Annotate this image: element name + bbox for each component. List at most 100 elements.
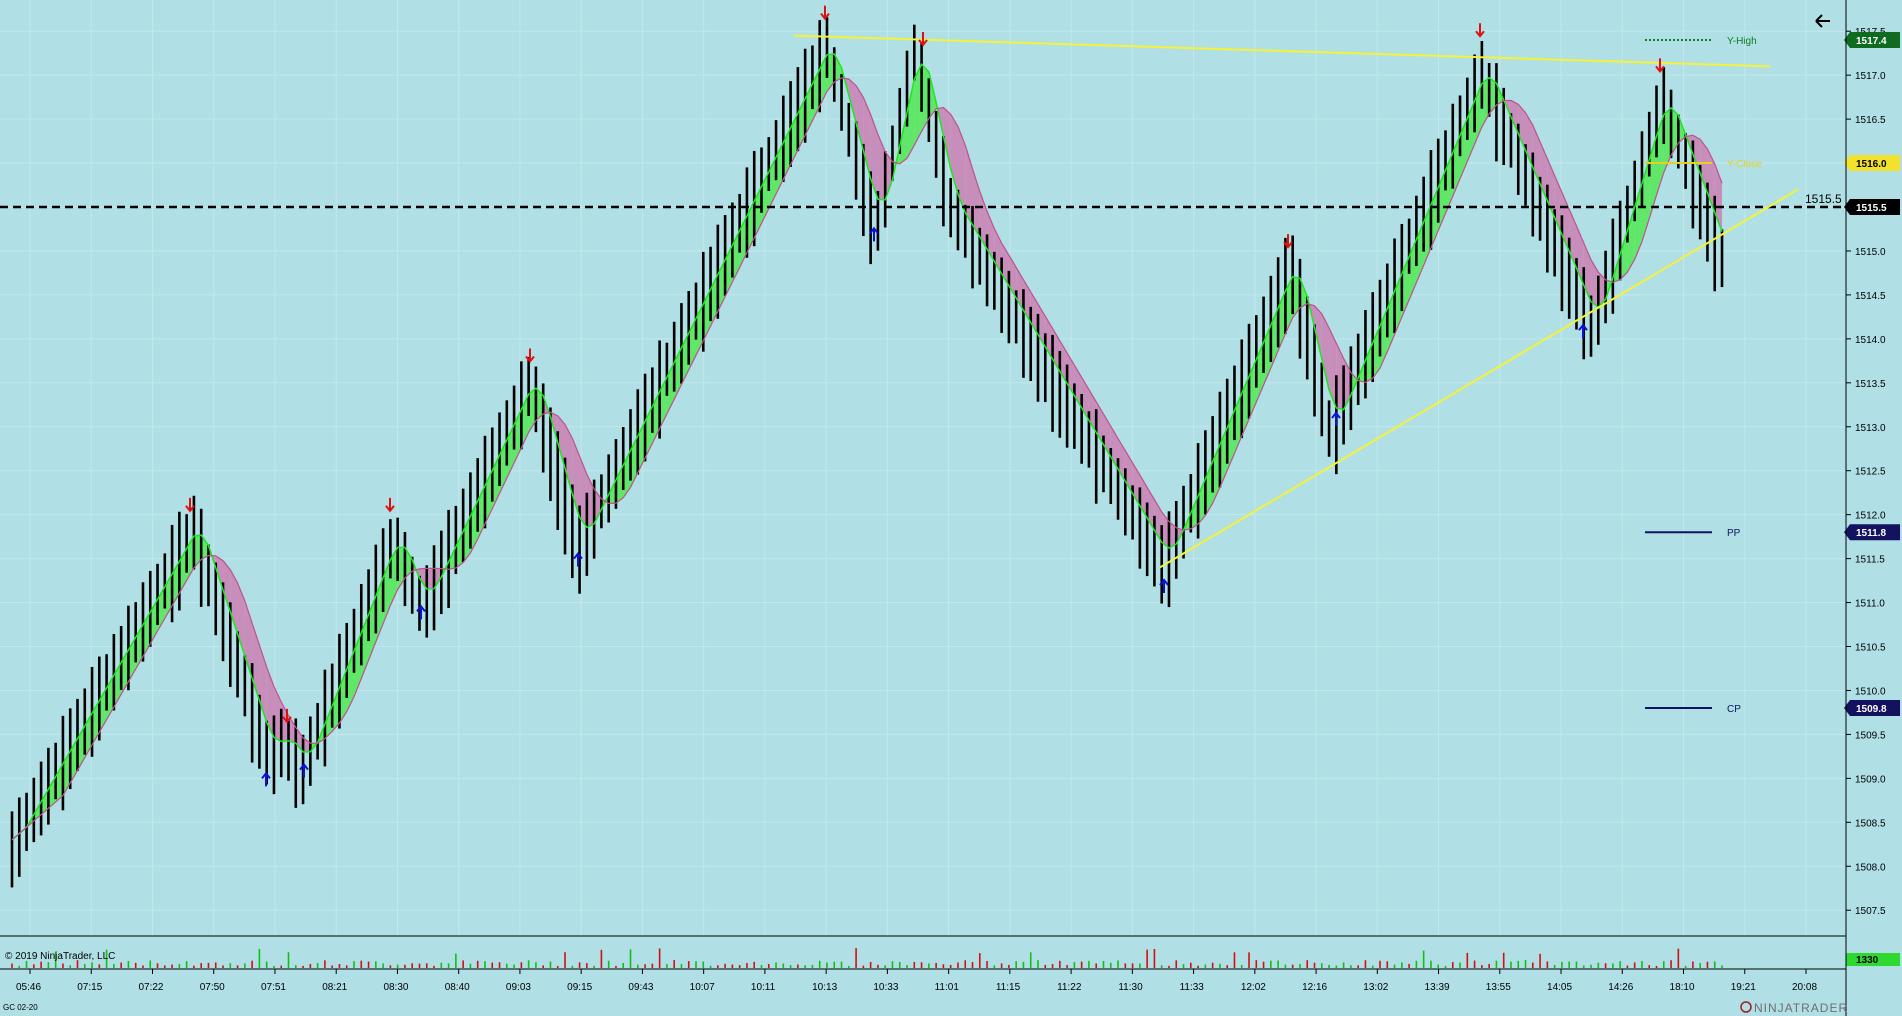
level-label-cp: CP [1727,704,1741,715]
volume-bar [753,961,756,968]
price-bar [454,505,458,575]
volume-bar [207,962,210,968]
x-tick-label: 14:05 [1547,982,1572,993]
price-bar [1400,224,1404,312]
volume-bar [1197,965,1199,968]
volume-bar [1044,964,1047,968]
price-bar [1436,138,1440,223]
volume-bar [549,961,552,968]
volume-bar [280,965,283,968]
y-tick-label: 1510.0 [1855,686,1886,697]
volume-bar [964,960,967,968]
price-bar [1262,296,1265,373]
price-bar [869,171,872,265]
price-bar [1444,130,1447,191]
volume-bar [345,965,348,968]
volume-bar [33,964,35,968]
price-bar [956,189,960,251]
current-price-label: 1515.5 [1805,192,1842,206]
price-bar [1596,275,1600,345]
volume-bar [571,965,574,968]
volume-bar [1175,960,1178,968]
price-bar [10,811,14,888]
volume-bar [1444,965,1447,968]
price-bar [1029,306,1033,381]
x-tick-label: 10:07 [690,982,715,993]
volume-bar [1437,964,1440,968]
volume-bar [302,965,304,968]
volume-bar [113,963,115,968]
price-bar [112,634,116,711]
volume-bar [134,962,137,968]
volume-bar [1481,965,1483,968]
volume-bar [804,965,806,968]
volume-bar [1277,960,1279,968]
price-bar [1305,296,1309,380]
price-bar [1589,295,1593,357]
volume-bar [1364,960,1367,968]
price-bar [1618,200,1622,281]
x-tick-label: 13:02 [1363,982,1388,993]
volume-bar [702,961,705,968]
price-bar [1342,365,1345,445]
price-bar [614,439,618,509]
price-bar [374,544,378,634]
volume-bar [1524,960,1527,968]
volume-bar [367,961,370,968]
volume-bar [156,963,159,968]
volume-bar [236,965,239,968]
y-tick-label: 1514.0 [1855,335,1886,346]
volume-bar [1080,961,1083,968]
volume-bar [491,962,494,968]
volume-bar [578,962,581,968]
volume-bar [1306,960,1309,968]
price-bar [381,528,385,612]
price-bar [942,136,945,227]
volume-bar [1015,961,1017,968]
volume-bar [906,965,908,968]
volume-bar [1510,961,1512,968]
price-bar [1007,270,1011,344]
volume-bar [1204,964,1207,968]
x-tick-label: 11:30 [1118,982,1143,993]
price-bar [1640,131,1644,208]
volume-bar [83,964,86,968]
price-bar [236,631,239,698]
volume-bar [928,963,930,968]
volume-bar [1590,964,1592,968]
price-bar [410,556,414,614]
price-bar [607,454,610,523]
volume-bar [1459,962,1461,968]
volume-bar [978,953,981,968]
price-bar [199,508,203,607]
volume-bar [1299,964,1301,968]
volume-bar [658,948,661,968]
price-tag-text: 1509.8 [1856,704,1887,715]
volume-bar [869,962,872,968]
volume-bar [1641,961,1643,968]
price-bar [17,797,21,877]
volume-bar [1022,961,1025,968]
price-bar [134,602,138,663]
volume-bar [767,964,770,968]
volume-bar [1713,961,1716,968]
volume-bar [666,964,668,968]
price-bar [1320,362,1324,437]
volume-bar [498,962,501,968]
volume-bar [1124,963,1127,968]
volume-bar [200,963,202,968]
price-chart[interactable]: Y-High Y-Close PP CP 1515.5 1330 1507.5 1508.… [0,0,1902,1016]
volume-bar [149,960,152,968]
price-tag-text: 1515.5 [1856,203,1887,214]
price-tag-1515.5: 1515.5 [1844,199,1900,216]
price-bar [920,42,923,112]
price-bar [389,519,392,579]
volume-bar [1109,962,1112,968]
price-bar [1560,215,1564,312]
volume-bar [1146,949,1148,968]
volume-bar [1561,961,1563,968]
price-bar [600,474,603,529]
volume-bar [1051,963,1054,968]
volume-bar [440,962,443,968]
level-label-y-high: Y-High [1727,36,1757,47]
